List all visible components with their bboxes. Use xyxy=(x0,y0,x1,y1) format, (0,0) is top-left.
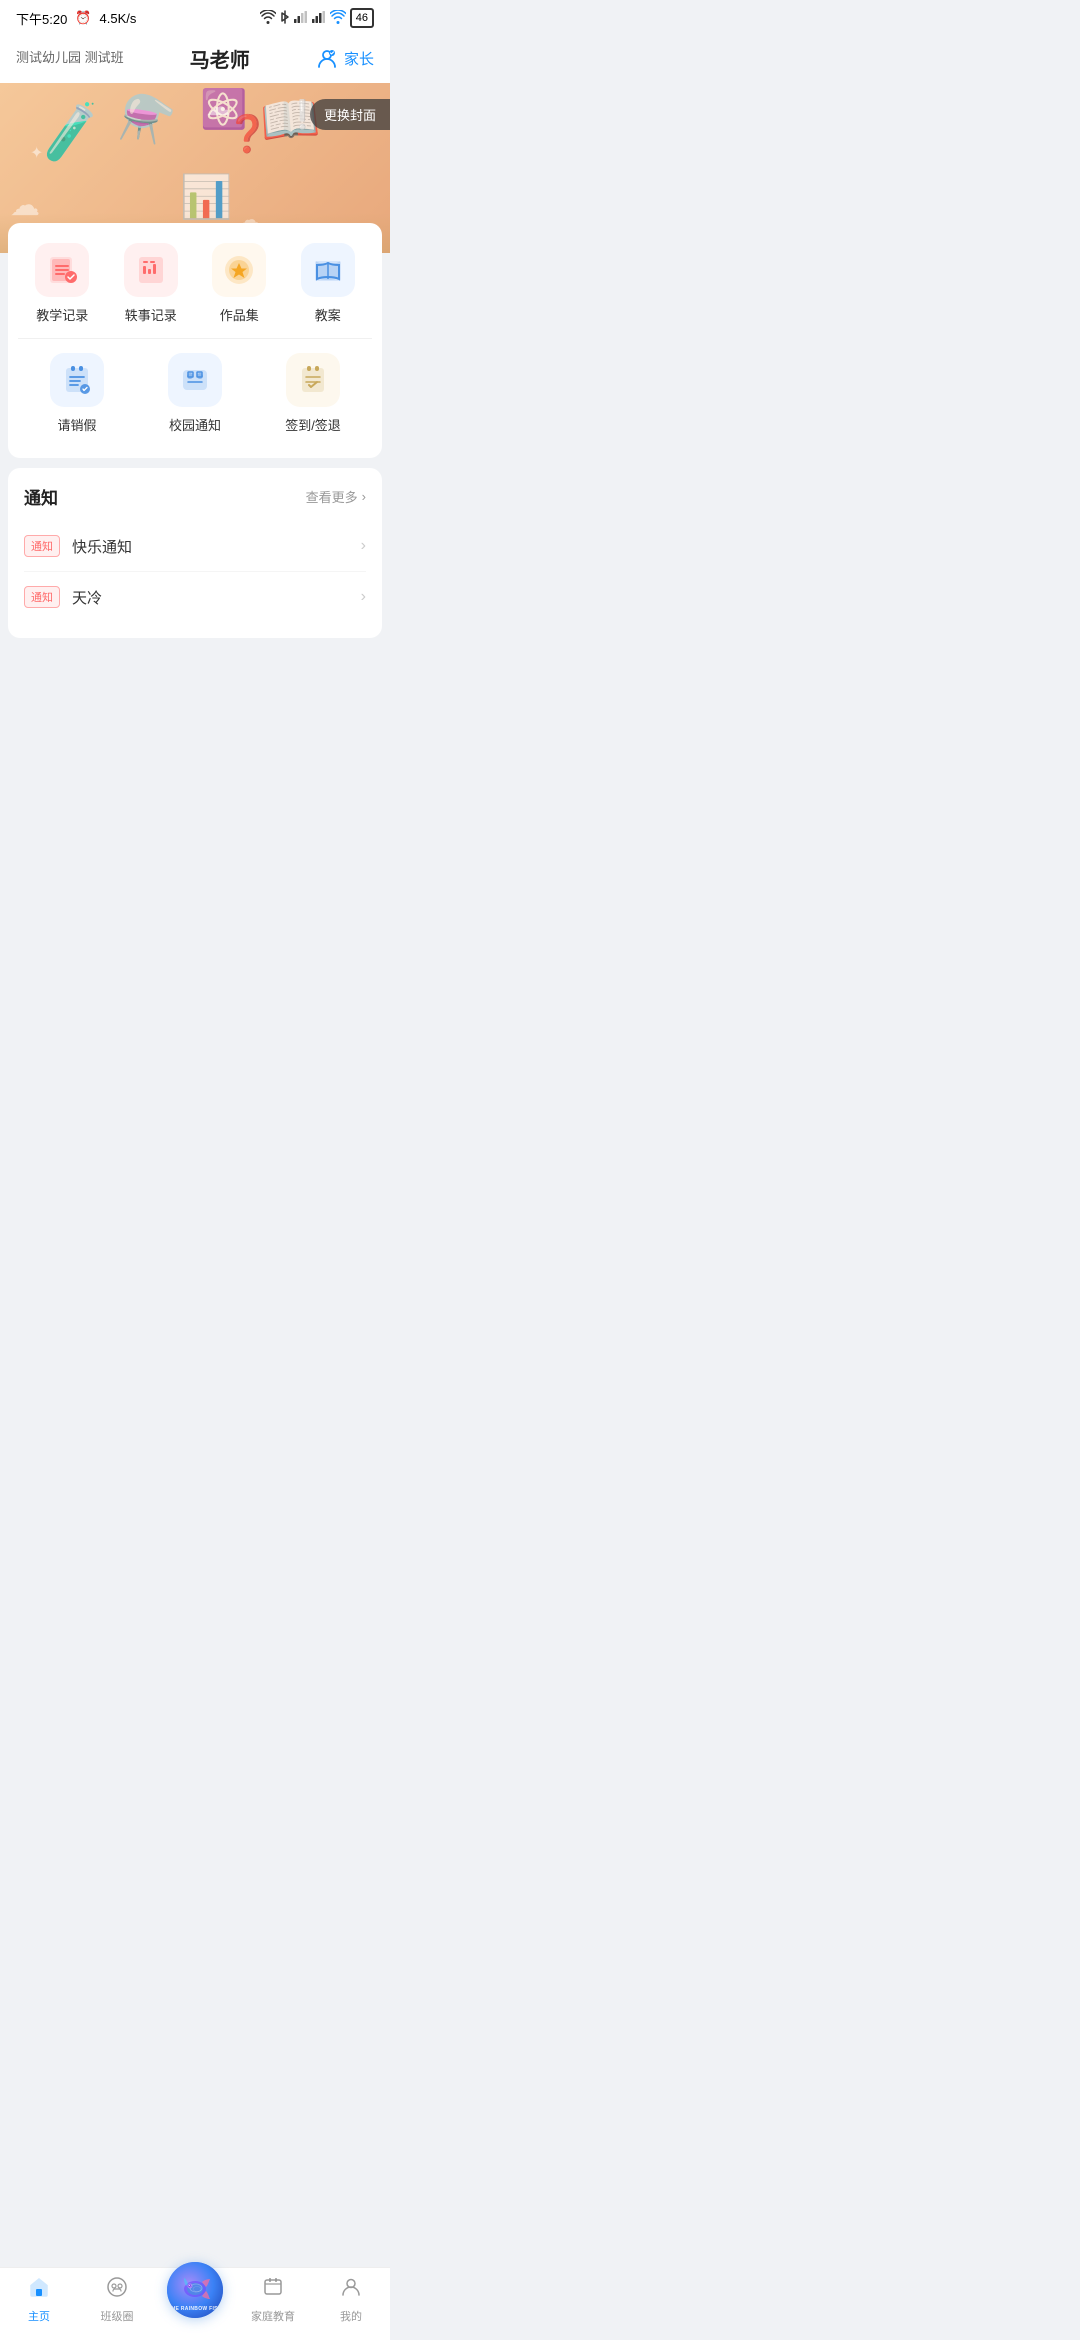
lesson-plan-label: 教案 xyxy=(315,305,341,324)
row-divider xyxy=(18,338,372,339)
nav-home-label: 主页 xyxy=(28,2308,50,2324)
see-more-button[interactable]: 查看更多 › xyxy=(306,487,366,506)
bottom-navigation: 主页 班级圈 xyxy=(0,2267,390,2340)
notifications-section: 通知 查看更多 › 通知 快乐通知 › 通知 天冷 › xyxy=(8,468,382,638)
class-circle-icon xyxy=(106,2276,128,2304)
nav-family-edu[interactable]: 家庭教育 xyxy=(243,2276,303,2324)
nav-mine[interactable]: 我的 xyxy=(321,2276,381,2324)
lesson-plan-item[interactable]: 教案 xyxy=(293,243,363,324)
wifi-icon-2 xyxy=(330,10,346,27)
leave-request-label: 请销假 xyxy=(57,415,96,434)
chevron-right-icon: › xyxy=(362,489,366,504)
mine-icon xyxy=(340,2276,362,2304)
actions-row-2: 请销假 校园通知 xyxy=(18,353,372,434)
flask-doodle: ⚗️ xyxy=(117,89,179,148)
notif-chevron-2: › xyxy=(361,588,366,606)
anecdote-record-item[interactable]: 轶事记录 xyxy=(116,243,186,324)
checkin-label: 签到/签退 xyxy=(285,415,341,434)
role-switcher[interactable]: 家长 xyxy=(316,48,374,70)
portfolio-icon xyxy=(212,243,266,297)
notifications-title: 通知 xyxy=(24,484,58,509)
nav-mine-label: 我的 xyxy=(340,2308,362,2324)
network-speed: 4.5K/s xyxy=(100,11,137,26)
question-doodle: ❓ xyxy=(225,113,270,155)
notification-item-1[interactable]: 通知 快乐通知 › xyxy=(24,521,366,572)
notif-title-2: 天冷 xyxy=(72,587,361,608)
notif-chevron-1: › xyxy=(361,537,366,555)
wifi-icon xyxy=(260,10,276,27)
signal-icon-2 xyxy=(312,11,326,26)
nav-home[interactable]: 主页 xyxy=(9,2276,69,2324)
fish-inner: THE RAINBOW FISH xyxy=(167,2262,223,2318)
rainbow-fish-button[interactable]: THE RAINBOW FISH xyxy=(167,2262,223,2318)
status-left: 下午5:20 ⏰ 4.5K/s xyxy=(16,9,136,28)
nav-family-edu-label: 家庭教育 xyxy=(251,2308,295,2324)
nav-class-circle[interactable]: 班级圈 xyxy=(87,2276,147,2324)
status-right: 46 xyxy=(260,8,374,28)
anecdote-record-icon xyxy=(124,243,178,297)
quick-actions-card: 教学记录 轶事记录 xyxy=(8,223,382,458)
checkin-icon xyxy=(286,353,340,407)
teacher-name: 马老师 xyxy=(190,44,250,73)
see-more-label: 查看更多 xyxy=(306,487,358,506)
app-header: 测试幼儿园 测试班 马老师 家长 xyxy=(0,34,390,83)
campus-notice-label: 校园通知 xyxy=(169,415,221,434)
org-name: 测试幼儿园 测试班 xyxy=(16,50,124,65)
bluetooth-icon xyxy=(280,9,290,28)
signal-icon-1 xyxy=(294,11,308,26)
leave-request-icon xyxy=(50,353,104,407)
cloud-top: ☁ xyxy=(206,93,230,122)
status-bar: 下午5:20 ⏰ 4.5K/s xyxy=(0,0,390,34)
nav-fish-center[interactable]: THE RAINBOW FISH xyxy=(165,2282,225,2318)
org-class-info: 测试幼儿园 测试班 xyxy=(16,49,124,67)
star-doodle-1: ✦ xyxy=(30,143,43,163)
actions-row-1: 教学记录 轶事记录 xyxy=(18,243,372,324)
teaching-record-icon xyxy=(35,243,89,297)
notif-title-1: 快乐通知 xyxy=(72,536,361,557)
beaker-doodle: 🧪 xyxy=(35,98,107,167)
portfolio-label: 作品集 xyxy=(220,305,259,324)
person-icon xyxy=(316,48,338,70)
campus-notice-item[interactable]: 校园通知 xyxy=(160,353,230,434)
family-edu-icon xyxy=(262,2276,284,2304)
leave-request-item[interactable]: 请销假 xyxy=(42,353,112,434)
notification-item-2[interactable]: 通知 天冷 › xyxy=(24,572,366,622)
change-cover-button[interactable]: 更换封面 xyxy=(310,99,390,130)
checkin-item[interactable]: 签到/签退 xyxy=(278,353,348,434)
campus-notice-icon xyxy=(168,353,222,407)
alarm-icon: ⏰ xyxy=(75,10,91,26)
notifications-header: 通知 查看更多 › xyxy=(24,484,366,509)
notif-badge-2: 通知 xyxy=(24,586,60,608)
notif-badge-1: 通知 xyxy=(24,535,60,557)
teaching-record-label: 教学记录 xyxy=(36,305,88,324)
teaching-record-item[interactable]: 教学记录 xyxy=(27,243,97,324)
status-time: 下午5:20 xyxy=(16,9,67,28)
lesson-plan-icon xyxy=(301,243,355,297)
anecdote-record-label: 轶事记录 xyxy=(125,305,177,324)
nav-class-circle-label: 班级圈 xyxy=(101,2308,134,2324)
battery-indicator: 46 xyxy=(350,8,374,28)
fish-brand-text: THE RAINBOW FISH xyxy=(168,2306,221,2312)
main-content: 🧪 ⚗️ ⚛️ 📖 ✦ 📊 ❓ ❕ ☁ ☁ ☁ 更换封面 xyxy=(0,83,390,728)
home-icon xyxy=(28,2276,50,2304)
portfolio-item[interactable]: 作品集 xyxy=(204,243,274,324)
role-label: 家长 xyxy=(344,48,374,69)
